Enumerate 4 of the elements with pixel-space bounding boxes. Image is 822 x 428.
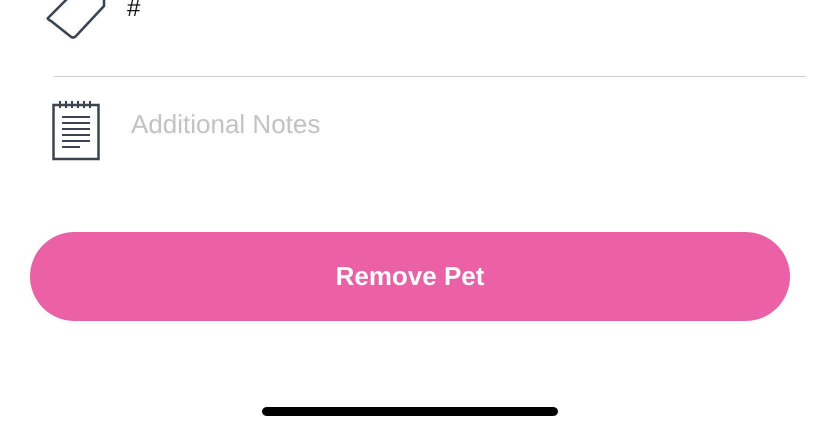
- notes-field[interactable]: Additional Notes: [131, 107, 531, 141]
- tag-icon: [46, 0, 108, 40]
- notepad-icon: [52, 101, 100, 161]
- home-indicator[interactable]: [262, 407, 558, 416]
